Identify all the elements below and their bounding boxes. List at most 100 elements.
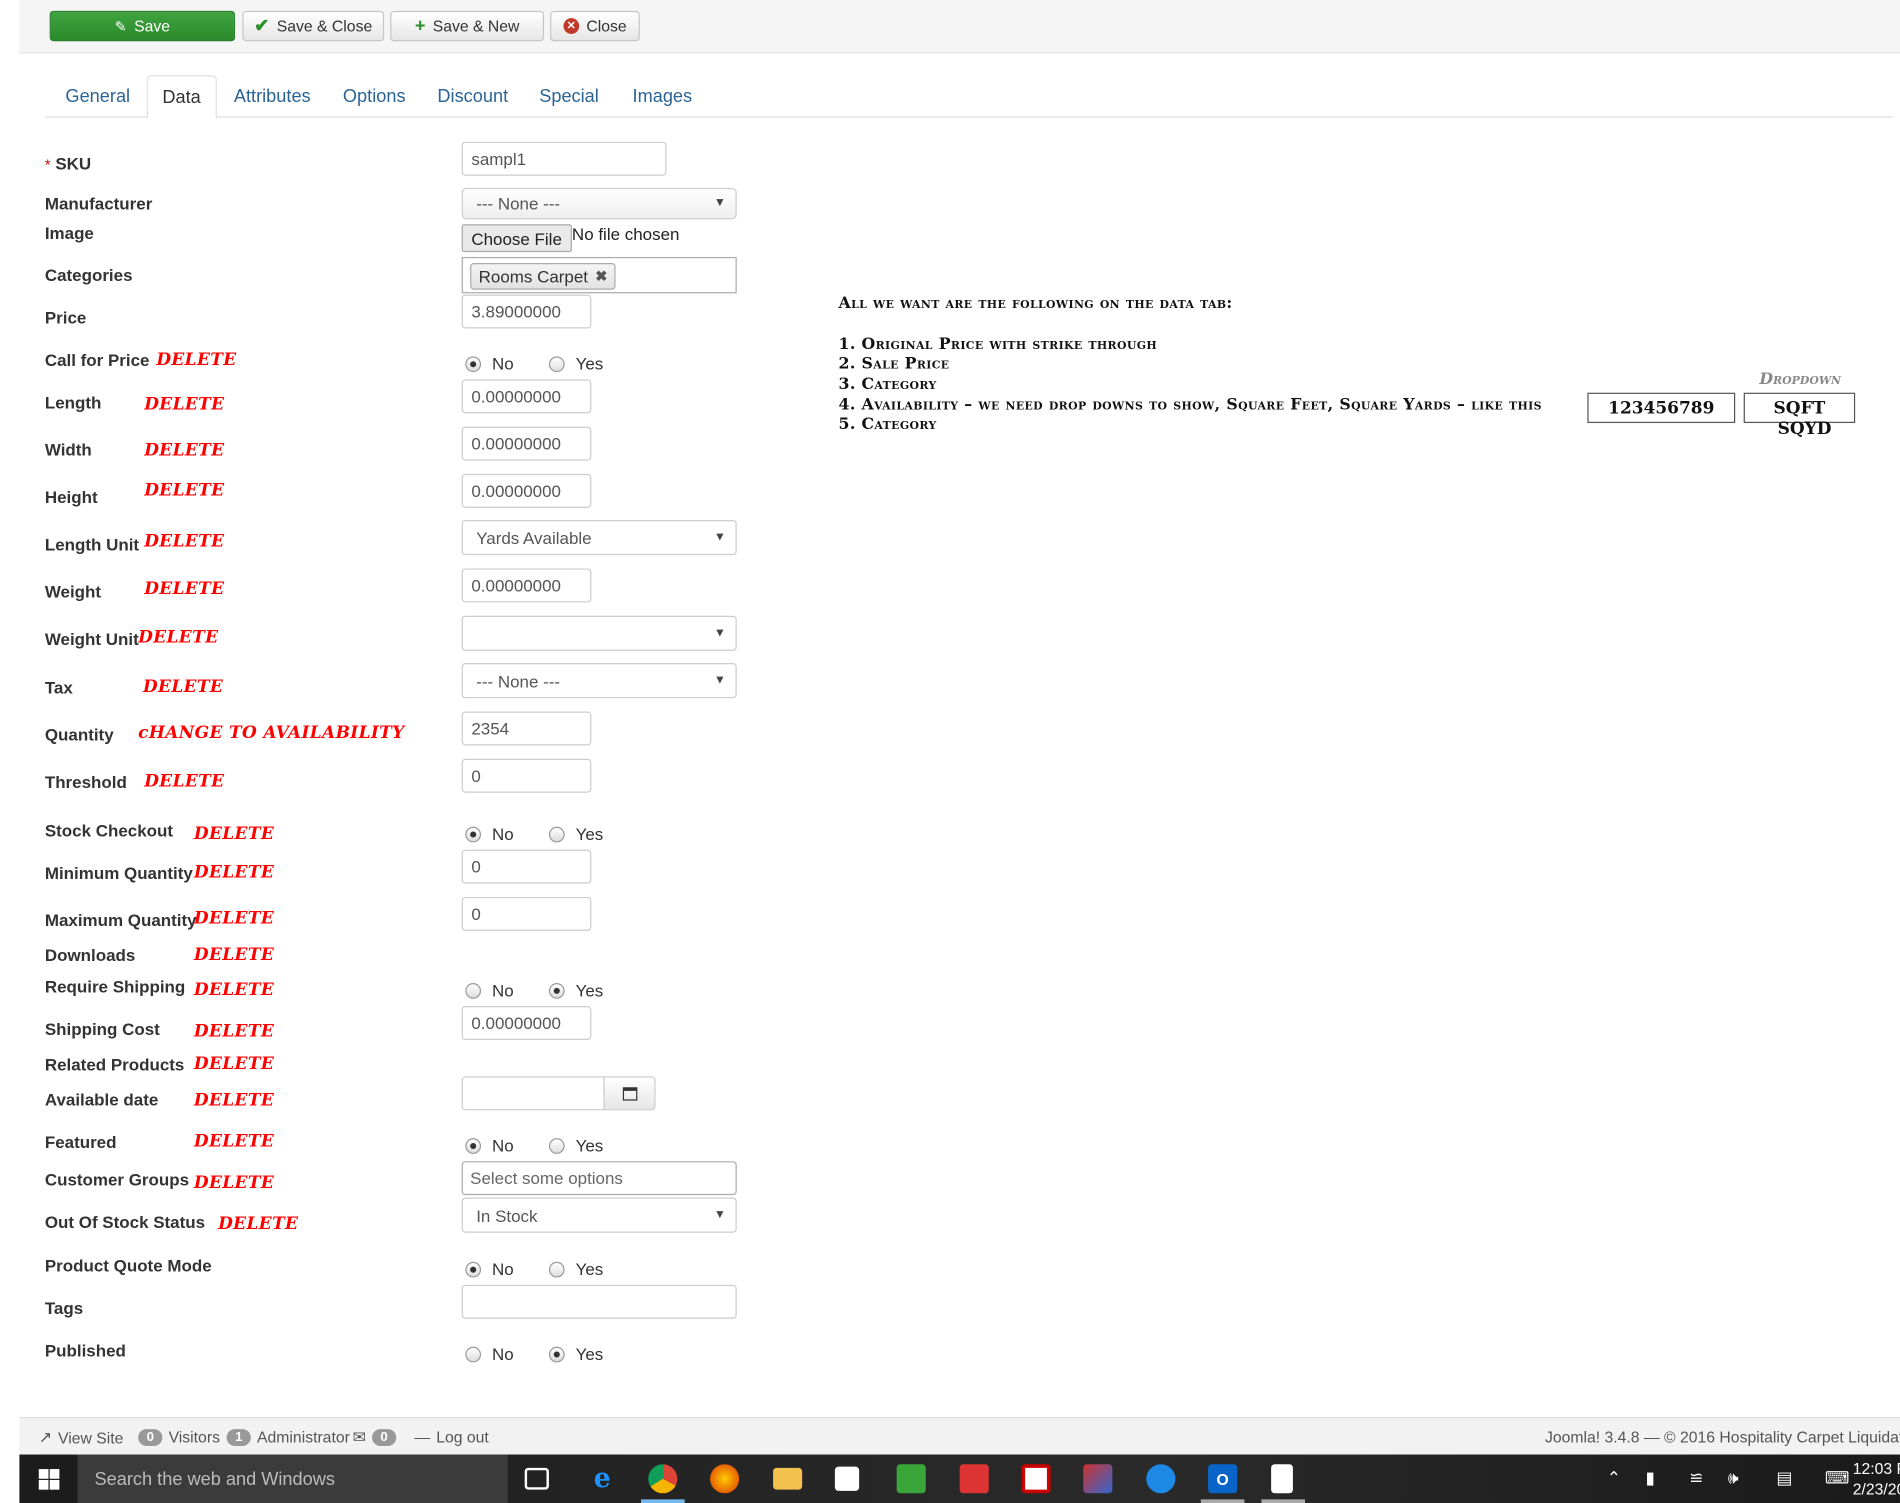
quantity-input[interactable]: 2354: [461, 711, 592, 746]
edit-icon: ✎: [114, 17, 127, 35]
save-close-button[interactable]: ✔ Save & Close: [242, 10, 385, 42]
notepad-icon[interactable]: [1271, 1464, 1293, 1494]
require-shipping-yes[interactable]: Yes: [548, 981, 603, 1000]
length-unit-select[interactable]: Yards Available ▼: [461, 519, 737, 556]
tax-label: Tax: [44, 677, 73, 697]
manufacturer-select[interactable]: --- None --- ▼: [461, 187, 737, 220]
wifi-icon[interactable]: ≌: [1689, 1468, 1703, 1489]
messages-indicator[interactable]: ✉ 0: [353, 1428, 397, 1447]
weight-unit-select[interactable]: ▼: [461, 615, 737, 651]
length-input[interactable]: 0.00000000: [461, 379, 592, 414]
tab-attributes[interactable]: Attributes: [219, 75, 325, 117]
tab-special[interactable]: Special: [525, 75, 614, 117]
outlook-icon[interactable]: O: [1208, 1464, 1238, 1494]
radio-icon: [548, 1261, 565, 1277]
call-for-price-label: Call for Price: [44, 350, 150, 370]
out-of-stock-select[interactable]: In Stock ▼: [461, 1197, 737, 1233]
sku-input[interactable]: sampl1: [461, 141, 667, 176]
height-input[interactable]: 0.00000000: [461, 473, 592, 508]
admin-badge: 1: [226, 1428, 251, 1446]
radio-icon: [465, 1261, 482, 1277]
published-yes[interactable]: Yes: [548, 1344, 603, 1364]
categories-label: Categories: [44, 265, 133, 285]
save-button[interactable]: ✎ Save: [49, 10, 236, 42]
max-quantity-input[interactable]: 0: [461, 896, 592, 931]
keyboard-icon[interactable]: ⌨: [1825, 1468, 1849, 1489]
app-icon-snip[interactable]: [1021, 1464, 1051, 1494]
max-quantity-label: Maximum Quantity: [44, 910, 197, 930]
toolbar: ✎ Save ✔ Save & Close + Save & New ✕ Clo…: [19, 0, 1900, 54]
dropdown-label: Dropdown: [1759, 370, 1842, 390]
chrome-icon[interactable]: [648, 1464, 678, 1494]
call-for-price-yes[interactable]: Yes: [548, 354, 603, 373]
customer-groups-input[interactable]: Select some options: [461, 1161, 737, 1196]
quote-mode-no[interactable]: No: [465, 1259, 514, 1279]
featured-label: Featured: [44, 1132, 117, 1152]
tray-chevron-icon[interactable]: ⌃: [1607, 1468, 1621, 1489]
stock-checkout-no[interactable]: No: [465, 824, 514, 844]
action-center-icon[interactable]: ▤: [1776, 1468, 1792, 1489]
featured-yes[interactable]: Yes: [548, 1136, 603, 1155]
task-view-icon[interactable]: [524, 1467, 549, 1490]
delete-note: DELETE: [156, 350, 237, 370]
external-link-icon: ↗: [38, 1427, 52, 1447]
tab-options[interactable]: Options: [328, 75, 420, 117]
require-shipping-no[interactable]: No: [465, 981, 514, 1000]
tab-discount[interactable]: Discount: [423, 75, 523, 117]
app-icon-red[interactable]: [959, 1464, 989, 1494]
width-input[interactable]: 0.00000000: [461, 426, 592, 461]
close-label: Close: [586, 16, 627, 36]
annotation-item: 4. Availability – we need drop downs to …: [838, 396, 1542, 415]
battery-icon[interactable]: ▮: [1646, 1468, 1655, 1489]
height-label: Height: [44, 487, 98, 507]
caret-down-icon: ▼: [713, 1208, 726, 1222]
footer-text: Joomla! 3.4.8 — © 2016 Hospitality Carpe…: [1544, 1427, 1900, 1447]
app-icon-green[interactable]: [896, 1464, 926, 1494]
taskbar-clock[interactable]: 12:03 PM 2/23/2016: [1853, 1458, 1900, 1499]
radio-icon: [548, 982, 565, 999]
shipping-cost-input[interactable]: 0.00000000: [461, 1006, 592, 1040]
price-input[interactable]: 3.89000000: [461, 294, 592, 329]
tab-images[interactable]: Images: [618, 75, 707, 117]
category-chip: Rooms Carpet ✖: [470, 263, 616, 290]
view-site-link[interactable]: ↗ View Site: [39, 1428, 124, 1447]
weight-input[interactable]: 0.00000000: [461, 568, 592, 603]
save-new-button[interactable]: + Save & New: [390, 10, 545, 42]
firefox-icon[interactable]: [710, 1464, 740, 1494]
calendar-button[interactable]: [603, 1076, 656, 1111]
featured-no[interactable]: No: [465, 1136, 514, 1155]
require-shipping-label: Require Shipping: [44, 976, 186, 997]
delete-note: DELETE: [144, 772, 225, 792]
tags-label: Tags: [44, 1298, 84, 1318]
threshold-input[interactable]: 0: [461, 758, 592, 793]
delete-note: DELETE: [193, 1090, 275, 1111]
categories-input[interactable]: Rooms Carpet ✖: [461, 256, 737, 294]
quote-mode-yes[interactable]: Yes: [548, 1259, 603, 1279]
remove-chip-icon[interactable]: ✖: [595, 268, 607, 285]
logout-link[interactable]: — Log out: [414, 1428, 488, 1446]
start-button[interactable]: [19, 1455, 77, 1503]
app-icon-paint[interactable]: [1083, 1464, 1113, 1494]
tab-general[interactable]: General: [51, 75, 145, 117]
file-explorer-icon[interactable]: [773, 1467, 803, 1490]
available-date-input[interactable]: [461, 1076, 605, 1111]
windows-taskbar: Search the web and Windows e O ⌃ ▮ ≌ 🕪 ▤…: [19, 1454, 1900, 1503]
tax-select[interactable]: --- None --- ▼: [461, 663, 737, 699]
minus-icon: —: [414, 1427, 431, 1447]
tab-data[interactable]: Data: [146, 75, 217, 119]
app-icon-ie[interactable]: [1146, 1464, 1176, 1494]
published-no[interactable]: No: [465, 1344, 514, 1364]
call-for-price-no[interactable]: No: [465, 354, 514, 373]
stock-checkout-yes[interactable]: Yes: [548, 824, 603, 844]
min-quantity-input[interactable]: 0: [461, 849, 592, 884]
volume-icon[interactable]: 🕪: [1728, 1468, 1739, 1489]
delete-note: DELETE: [193, 1021, 275, 1042]
radio-icon: [465, 355, 482, 372]
taskbar-search[interactable]: Search the web and Windows: [77, 1454, 508, 1503]
close-button[interactable]: ✕ Close: [550, 10, 640, 42]
store-icon[interactable]: [834, 1466, 860, 1491]
running-app-indicator: [1261, 1499, 1306, 1503]
tags-input[interactable]: [461, 1284, 737, 1319]
edge-icon[interactable]: e: [588, 1463, 617, 1495]
choose-file-button[interactable]: Choose File: [461, 224, 572, 253]
